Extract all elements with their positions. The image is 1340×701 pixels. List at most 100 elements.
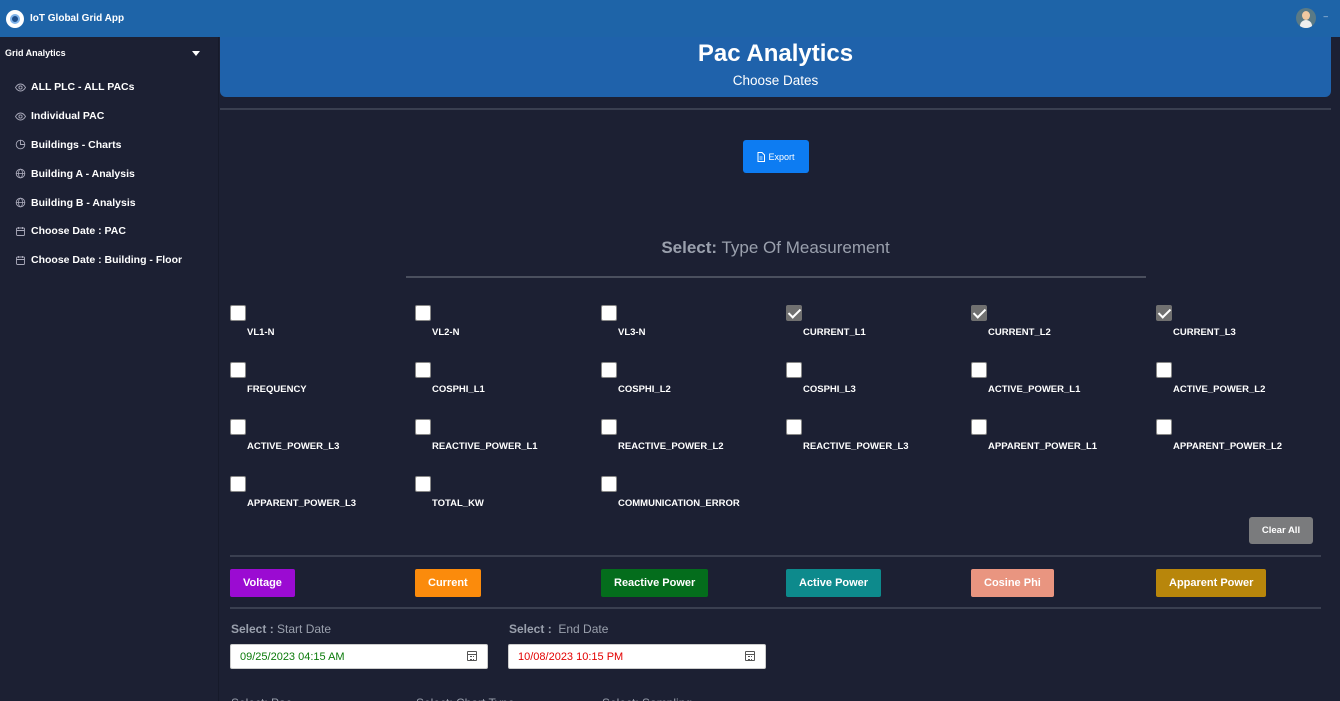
end-date-value: 10/08/2023 10:15 PM (518, 650, 624, 663)
app-logo (6, 9, 24, 28)
measurement-checkbox[interactable] (601, 419, 617, 435)
app-title: IoT Global Grid App (30, 13, 125, 24)
measurement-checkbox[interactable] (971, 362, 987, 378)
sidebar: Grid Analytics ALL PLC - ALL PACs Individ… (0, 37, 219, 701)
measurement-checkbox[interactable] (415, 476, 431, 492)
sidebar-item-label: Building B - Analysis (31, 196, 136, 209)
sidebar-item-building-b-analysis[interactable]: Building B - Analysis (0, 188, 218, 217)
page-banner: Pac Analytics Choose Dates (220, 37, 1331, 97)
measurement-checkbox-label: REACTIVE_POWER_L2 (618, 441, 724, 452)
measurement-title-bold: Select: (661, 238, 718, 257)
sidebar-item-building-a-analysis[interactable]: Building A - Analysis (0, 159, 218, 188)
sidebar-item-buildings-charts[interactable]: Buildings - Charts (0, 131, 218, 160)
calendar-icon[interactable] (467, 651, 477, 661)
sidebar-section-grid-analytics[interactable]: Grid Analytics (0, 37, 218, 69)
main-content: Pac Analytics Choose Dates Export Select… (220, 37, 1340, 701)
globe-icon (15, 197, 26, 208)
measurement-checkbox[interactable] (601, 362, 617, 378)
measurement-checkbox[interactable] (786, 305, 802, 321)
measurement-option-apparent-power-l1: APPARENT_POWER_L1 (971, 418, 1156, 475)
measurement-checkbox-label: APPARENT_POWER_L3 (247, 498, 357, 509)
measurement-checkbox-label: CURRENT_L3 (1173, 327, 1236, 338)
measurement-checkbox[interactable] (415, 419, 431, 435)
start-date-label-text: Start Date (273, 622, 332, 636)
measurement-checkbox-label: ACTIVE_POWER_L2 (1173, 384, 1266, 395)
end-date-label-bold: Select : (509, 622, 552, 636)
sidebar-item-choose-date-building-floor[interactable]: Choose Date : Building - Floor (0, 246, 218, 275)
user-avatar[interactable] (1296, 8, 1316, 28)
user-menu-caret-icon[interactable]: – (1324, 12, 1328, 21)
calendar-icon (15, 255, 26, 266)
measurement-option-active-power-l3: ACTIVE_POWER_L3 (230, 418, 415, 475)
sidebar-item-individual-pac[interactable]: Individual PAC (0, 102, 218, 131)
chevron-down-icon (192, 50, 200, 56)
category-button-voltage[interactable]: Voltage (230, 569, 295, 597)
divider (230, 555, 1321, 557)
measurement-checkbox[interactable] (1156, 305, 1172, 321)
divider (220, 108, 1331, 110)
measurement-option-current-l1: CURRENT_L1 (786, 304, 971, 361)
export-button[interactable]: Export (743, 140, 809, 173)
measurement-option-total-kw: TOTAL_KW (415, 475, 600, 532)
calendar-icon (15, 226, 26, 237)
measurement-checkbox[interactable] (230, 476, 246, 492)
measurement-checkbox[interactable] (786, 362, 802, 378)
sidebar-item-label: Choose Date : PAC (31, 225, 126, 238)
measurement-checkbox-label: COMMUNICATION_ERROR (618, 498, 740, 509)
end-date-input[interactable]: 10/08/2023 10:15 PM (508, 644, 766, 669)
clear-all-button[interactable]: Clear All (1249, 517, 1313, 544)
measurement-option-current-l3: CURRENT_L3 (1156, 304, 1340, 361)
start-date-label-bold: Select : (231, 622, 274, 636)
measurement-checkbox[interactable] (601, 476, 617, 492)
start-date-label: Select : Start Date (231, 622, 331, 636)
measurement-checkbox-label: REACTIVE_POWER_L1 (432, 441, 538, 452)
measurement-checkbox-label: CURRENT_L1 (803, 327, 866, 338)
measurement-checkbox[interactable] (1156, 362, 1172, 378)
sidebar-item-choose-date-pac[interactable]: Choose Date : PAC (0, 217, 218, 246)
measurement-checkbox-label: REACTIVE_POWER_L3 (803, 441, 909, 452)
category-button-reactive-power[interactable]: Reactive Power (601, 569, 709, 597)
measurement-checkbox[interactable] (415, 305, 431, 321)
measurement-checkbox-label: FREQUENCY (247, 384, 307, 395)
top-navbar: IoT Global Grid App – (0, 0, 1340, 37)
measurement-checkbox-label: VL1-N (247, 327, 275, 338)
category-button-current[interactable]: Current (415, 569, 481, 597)
measurement-checkbox[interactable] (971, 419, 987, 435)
measurement-checkbox[interactable] (230, 305, 246, 321)
sidebar-item-label: ALL PLC - ALL PACs (31, 81, 135, 94)
measurement-checkbox-label: VL3-N (618, 327, 646, 338)
page-subtitle: Choose Dates (732, 73, 819, 88)
measurement-title: Select: Type Of Measurement (220, 238, 1331, 258)
measurement-checkbox-label: COSPHI_L3 (803, 384, 856, 395)
page-title: Pac Analytics (697, 40, 854, 67)
category-button-active-power[interactable]: Active Power (786, 569, 882, 597)
measurement-checkbox[interactable] (971, 305, 987, 321)
measurement-checkbox-label: COSPHI_L2 (618, 384, 671, 395)
end-date-label-text: End Date (551, 622, 609, 636)
measurement-checkbox-label: VL2-N (432, 327, 460, 338)
measurement-checkbox[interactable] (601, 305, 617, 321)
start-date-value: 09/25/2023 04:15 AM (240, 650, 345, 663)
globe-icon (15, 168, 26, 179)
measurement-option-reactive-power-l1: REACTIVE_POWER_L1 (415, 418, 600, 475)
calendar-icon[interactable] (745, 651, 755, 661)
measurement-checkbox[interactable] (415, 362, 431, 378)
measurement-option-apparent-power-l3: APPARENT_POWER_L3 (230, 475, 415, 532)
sidebar-item-all-plc-all-pacs[interactable]: ALL PLC - ALL PACs (0, 73, 218, 102)
start-date-input[interactable]: 09/25/2023 04:15 AM (230, 644, 488, 669)
measurement-option-vl1-n: VL1-N (230, 304, 415, 361)
measurement-option-vl2-n: VL2-N (415, 304, 600, 361)
measurement-checkbox[interactable] (1156, 419, 1172, 435)
divider (406, 276, 1146, 278)
measurement-title-text: Type Of Measurement (717, 238, 890, 257)
measurement-checkbox[interactable] (230, 362, 246, 378)
document-icon (757, 151, 766, 162)
divider (230, 607, 1321, 609)
category-button-cosine-phi[interactable]: Cosine Phi (971, 569, 1054, 597)
measurement-checkbox[interactable] (786, 419, 802, 435)
measurement-checkbox[interactable] (230, 419, 246, 435)
eye-icon (15, 111, 26, 122)
sidebar-item-label: Individual PAC (31, 110, 105, 123)
category-button-apparent-power[interactable]: Apparent Power (1156, 569, 1267, 597)
measurement-checkbox-label: ACTIVE_POWER_L3 (247, 441, 340, 452)
